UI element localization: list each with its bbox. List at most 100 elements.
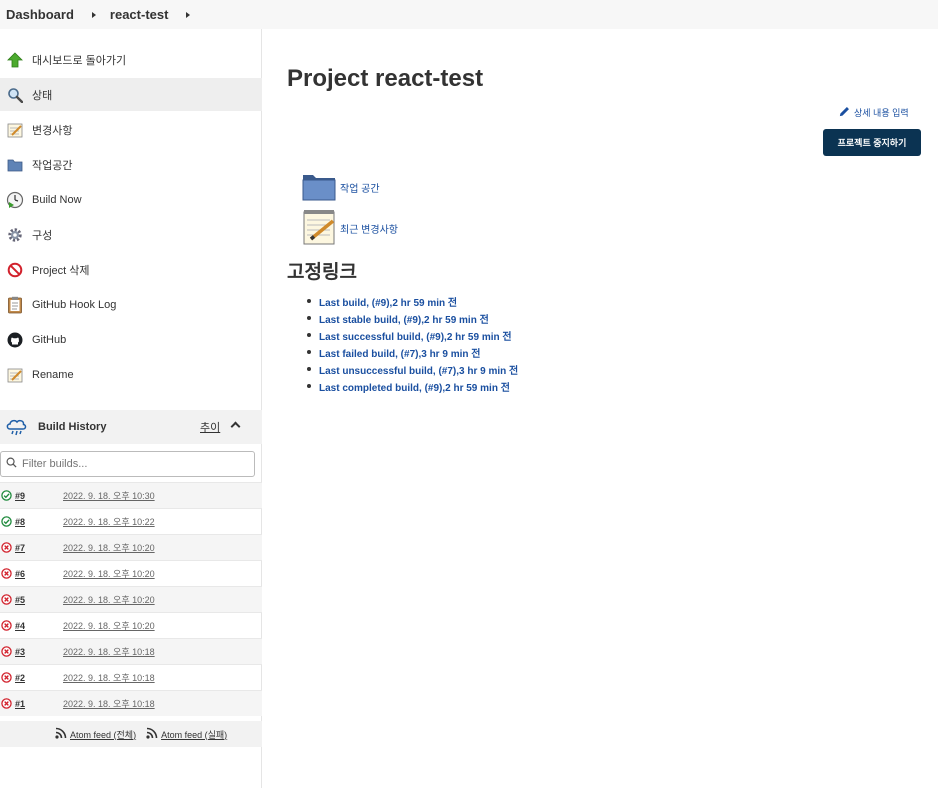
build-row[interactable]: #8 2022. 9. 18. 오후 10:22: [0, 508, 262, 534]
gear-icon: [6, 226, 24, 244]
build-row[interactable]: #2 2022. 9. 18. 오후 10:18: [0, 664, 262, 690]
breadcrumb-project[interactable]: react-test: [110, 7, 169, 22]
magnifier-icon: [6, 86, 24, 104]
build-date-link[interactable]: 2022. 9. 18. 오후 10:20: [63, 619, 155, 632]
atom-feeds: Atom feed (전체) Atom feed (실패): [0, 721, 262, 747]
success-check-icon: [0, 490, 12, 502]
sidebar-item-label: 변경사항: [32, 124, 73, 137]
build-history-title: Build History: [38, 421, 107, 433]
build-number-link[interactable]: #1: [15, 699, 63, 709]
failed-x-icon: [0, 620, 12, 632]
permalink-last-completed-build[interactable]: Last completed build, (#9),2 hr 59 min 전: [306, 379, 518, 396]
permalink-last-build[interactable]: Last build, (#9),2 hr 59 min 전: [306, 294, 518, 311]
breadcrumb-dashboard[interactable]: Dashboard: [6, 7, 74, 22]
build-number-link[interactable]: #8: [15, 517, 63, 527]
atom-feed-failures-link[interactable]: Atom feed (실패): [146, 727, 227, 741]
notepad-icon: [6, 366, 24, 384]
sidebar-item-label: GitHub Hook Log: [32, 298, 117, 311]
edit-description-link[interactable]: 상세 내용 입력: [838, 105, 909, 120]
build-row[interactable]: #5 2022. 9. 18. 오후 10:20: [0, 586, 262, 612]
build-date-link[interactable]: 2022. 9. 18. 오후 10:22: [63, 515, 155, 528]
build-row[interactable]: #4 2022. 9. 18. 오후 10:20: [0, 612, 262, 638]
github-icon: [6, 331, 24, 349]
failed-x-icon: [0, 646, 12, 658]
up-arrow-icon: [6, 51, 24, 69]
sidebar-item-back-to-dashboard[interactable]: 대시보드로 돌아가기: [0, 43, 262, 76]
build-date-link[interactable]: 2022. 9. 18. 오후 10:20: [63, 593, 155, 606]
edit-description-label: 상세 내용 입력: [854, 108, 909, 118]
build-number-link[interactable]: #7: [15, 543, 63, 553]
filter-builds-input[interactable]: [22, 458, 242, 470]
sidebar-item-github-hook-log[interactable]: GitHub Hook Log: [0, 288, 262, 321]
build-history-trend-link[interactable]: 추이: [200, 419, 220, 435]
build-number-link[interactable]: #3: [15, 647, 63, 657]
sidebar-item-build-now[interactable]: Build Now: [0, 183, 262, 216]
permalinks-list: Last build, (#9),2 hr 59 min 전 Last stab…: [306, 294, 518, 396]
notepad-icon: [302, 209, 336, 248]
build-date-link[interactable]: 2022. 9. 18. 오후 10:18: [63, 697, 155, 710]
sidebar-item-changes[interactable]: 변경사항: [0, 113, 262, 146]
failed-x-icon: [0, 594, 12, 606]
notepad-icon: [6, 121, 24, 139]
build-row[interactable]: #6 2022. 9. 18. 오후 10:20: [0, 560, 262, 586]
permalink-last-unsuccessful-build[interactable]: Last unsuccessful build, (#7),3 hr 9 min…: [306, 362, 518, 379]
failed-x-icon: [0, 698, 12, 710]
atom-feed-all-label: Atom feed (전체): [70, 729, 137, 740]
build-date-link[interactable]: 2022. 9. 18. 오후 10:30: [63, 489, 155, 502]
breadcrumb-chevron-icon[interactable]: [186, 11, 191, 18]
build-row[interactable]: #3 2022. 9. 18. 오후 10:18: [0, 638, 262, 664]
atom-feed-all-link[interactable]: Atom feed (전체): [55, 727, 136, 741]
build-number-link[interactable]: #5: [15, 595, 63, 605]
build-row[interactable]: #7 2022. 9. 18. 오후 10:20: [0, 534, 262, 560]
build-number-link[interactable]: #9: [15, 491, 63, 501]
permalink-last-successful-build[interactable]: Last successful build, (#9),2 hr 59 min …: [306, 328, 518, 345]
atom-feed-failures-label: Atom feed (실패): [161, 729, 228, 740]
sidebar-item-label: GitHub: [32, 333, 67, 346]
workspace-link[interactable]: 작업 공간: [302, 171, 380, 204]
build-filter: [0, 444, 262, 484]
clock-play-icon: [6, 191, 24, 209]
permalinks-title: 고정링크: [287, 262, 357, 283]
build-number-link[interactable]: #6: [15, 569, 63, 579]
build-row[interactable]: #9 2022. 9. 18. 오후 10:30: [0, 482, 262, 508]
build-number-link[interactable]: #4: [15, 621, 63, 631]
chevron-up-icon[interactable]: [230, 421, 241, 432]
cloud-rain-icon: [5, 418, 27, 439]
success-check-icon: [0, 516, 12, 528]
folder-icon: [6, 156, 24, 174]
rss-icon: [55, 727, 67, 741]
build-row[interactable]: #1 2022. 9. 18. 오후 10:18: [0, 690, 262, 716]
recent-changes-link[interactable]: 최근 변경사항: [302, 209, 398, 248]
build-number-link[interactable]: #2: [15, 673, 63, 683]
sidebar: 대시보드로 돌아가기 상태 변경사항 작업공간 Build Now 구성 Pro…: [0, 29, 262, 788]
sidebar-item-label: 작업공간: [32, 159, 73, 172]
sidebar-item-github[interactable]: GitHub: [0, 323, 262, 356]
recent-changes-link-label: 최근 변경사항: [340, 225, 398, 236]
sidebar-item-workspace[interactable]: 작업공간: [0, 148, 262, 181]
filter-box: [0, 451, 255, 477]
no-entry-icon: [6, 261, 24, 279]
failed-x-icon: [0, 542, 12, 554]
breadcrumb: Dashboard react-test: [0, 0, 938, 29]
build-date-link[interactable]: 2022. 9. 18. 오후 10:18: [63, 645, 155, 658]
sidebar-item-label: Rename: [32, 368, 74, 381]
permalink-last-failed-build[interactable]: Last failed build, (#7),3 hr 9 min 전: [306, 345, 518, 362]
sidebar-item-label: Build Now: [32, 193, 82, 206]
search-icon: [6, 457, 17, 471]
permalink-last-stable-build[interactable]: Last stable build, (#9),2 hr 59 min 전: [306, 311, 518, 328]
sidebar-item-delete-project[interactable]: Project 삭제: [0, 253, 262, 286]
sidebar-item-status[interactable]: 상태: [0, 78, 262, 111]
sidebar-item-label: 대시보드로 돌아가기: [32, 54, 127, 67]
folder-icon: [302, 171, 336, 204]
build-date-link[interactable]: 2022. 9. 18. 오후 10:20: [63, 567, 155, 580]
breadcrumb-chevron-icon[interactable]: [91, 11, 96, 18]
sidebar-item-configure[interactable]: 구성: [0, 218, 262, 251]
build-date-link[interactable]: 2022. 9. 18. 오후 10:20: [63, 541, 155, 554]
disable-project-button[interactable]: 프로젝트 중지하기: [823, 129, 921, 156]
rss-icon: [146, 727, 158, 741]
build-date-link[interactable]: 2022. 9. 18. 오후 10:18: [63, 671, 155, 684]
pencil-icon: [838, 105, 851, 120]
failed-x-icon: [0, 568, 12, 580]
sidebar-item-rename[interactable]: Rename: [0, 358, 262, 391]
sidebar-item-label: Project 삭제: [32, 264, 90, 277]
